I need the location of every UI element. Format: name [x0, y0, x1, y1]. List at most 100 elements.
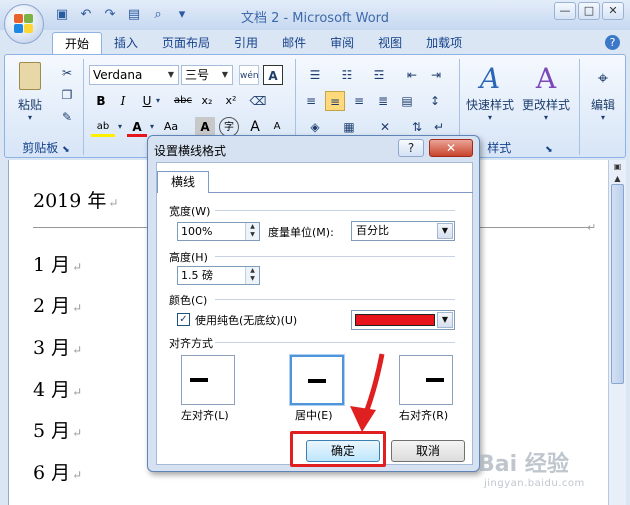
height-input[interactable]: 1.5 磅 ▲ ▼ [177, 266, 260, 285]
increase-indent-icon[interactable]: ⇥ [425, 65, 447, 85]
section-divider [215, 299, 455, 300]
ribbon-separator [83, 59, 84, 155]
show-marks-icon[interactable]: ↵ [429, 117, 449, 137]
tab-home[interactable]: 开始 [52, 32, 103, 54]
baidu-watermark: Bai 经验 jingyan.baidu.com [478, 452, 585, 489]
help-icon[interactable]: ? [605, 35, 620, 50]
doc-line-month[interactable]: 2 月 ↵ [33, 291, 82, 318]
quick-styles-button[interactable]: A 快速样式 ▾ [465, 61, 515, 131]
borders-icon[interactable]: ▦ [335, 117, 363, 137]
align-left-option[interactable] [181, 355, 235, 405]
highlight-dropdown-icon[interactable]: ▾ [115, 117, 125, 137]
chinese-layout-icon[interactable]: ✕ [371, 117, 399, 137]
tab-addins[interactable]: 加载项 [414, 32, 474, 54]
change-styles-button[interactable]: A 更改样式 ▾ [519, 61, 573, 131]
color-select[interactable]: ▼ [351, 310, 455, 330]
unit-select[interactable]: 百分比 ▼ [351, 221, 455, 241]
multilevel-list-icon[interactable]: ☲ [365, 65, 393, 85]
clear-format-icon[interactable]: ⌫ [247, 91, 269, 111]
tab-horizontal-line[interactable]: 横线 [157, 171, 209, 193]
italic-button[interactable]: I [113, 91, 133, 111]
char-shading-button[interactable]: A [195, 117, 215, 137]
office-button[interactable] [4, 4, 44, 44]
office-logo-icon [14, 14, 34, 34]
ribbon-tabs: 开始 插入 页面布局 引用 邮件 审阅 视图 加载项 [52, 32, 474, 54]
ribbon-separator [579, 59, 580, 155]
char-border-icon[interactable]: A [263, 65, 283, 85]
tab-insert[interactable]: 插入 [102, 32, 150, 54]
shading-icon[interactable]: ◈ [301, 117, 329, 137]
cancel-button[interactable]: 取消 [391, 440, 465, 462]
height-spinner[interactable]: ▲ ▼ [245, 267, 259, 284]
format-painter-icon[interactable]: ✎ [57, 107, 77, 127]
scrollbar-thumb[interactable] [611, 184, 624, 384]
numbering-icon[interactable]: ☷ [333, 65, 361, 85]
align-center-icon[interactable]: ≡ [325, 91, 345, 111]
superscript-button[interactable]: x² [221, 91, 241, 111]
tab-view[interactable]: 视图 [366, 32, 414, 54]
paste-button[interactable]: 粘贴 ▾ [13, 61, 47, 131]
dialog-close-button[interactable]: ✕ [429, 139, 473, 157]
sort-icon[interactable]: ⇅ [407, 117, 427, 137]
tab-mailings[interactable]: 邮件 [270, 32, 318, 54]
align-left-icon[interactable]: ≡ [301, 91, 321, 111]
shrink-font-button[interactable]: A [267, 117, 287, 137]
doc-line-month[interactable]: 3 月 ↵ [33, 333, 82, 360]
cut-icon[interactable]: ✂ [57, 63, 77, 83]
width-input[interactable]: 100% ▲ ▼ [177, 222, 260, 241]
underline-dropdown-icon[interactable]: ▾ [153, 91, 163, 111]
paragraph-mark: ↵ [587, 221, 597, 234]
title-bar: ▣ ↶ ↷ ▤ ⌕ ▾ 文档 2 - Microsoft Word — □ ✕ [0, 0, 630, 30]
subscript-button[interactable]: x₂ [197, 91, 217, 111]
edit-button[interactable]: ⌖ 编辑 ▾ [583, 61, 623, 131]
binoculars-icon: ⌖ [597, 68, 609, 89]
bullets-icon[interactable]: ☰ [301, 65, 329, 85]
tab-review[interactable]: 审阅 [318, 32, 366, 54]
unit-label: 度量单位(M): [268, 226, 334, 239]
doc-line-month[interactable]: 5 月 ↵ [33, 416, 82, 443]
section-divider [215, 210, 455, 211]
minimize-button[interactable]: — [554, 2, 576, 20]
color-section-label: 颜色(C) [169, 294, 208, 307]
solid-color-checkbox[interactable]: ✓ [177, 313, 190, 326]
ruler-toggle-icon[interactable]: ▣ [611, 162, 624, 174]
align-right-option[interactable] [399, 355, 453, 405]
dialog-title: 设置横线格式 [154, 144, 227, 158]
quick-styles-label: 快速样式 [466, 98, 515, 112]
close-button[interactable]: ✕ [602, 2, 624, 20]
bold-button[interactable]: B [91, 91, 111, 111]
doc-line-month[interactable]: 1 月 ↵ [33, 250, 82, 277]
solid-color-label: 使用纯色(无底纹)(U) [195, 314, 298, 327]
grow-font-button[interactable]: A [245, 117, 265, 137]
pointer-arrow-icon [350, 353, 385, 432]
color-swatch [355, 314, 435, 326]
doc-line-month[interactable]: 4 月 ↵ [33, 375, 82, 402]
tab-references[interactable]: 引用 [222, 32, 270, 54]
copy-icon[interactable]: ❐ [57, 85, 77, 105]
align-left-label: 左对齐(L) [181, 409, 229, 422]
change-styles-label: 更改样式 [521, 98, 570, 112]
doc-line-month[interactable]: 6 月 ↵ [33, 458, 82, 485]
width-spinner[interactable]: ▲ ▼ [245, 223, 259, 240]
font-color-dropdown-icon[interactable]: ▾ [147, 117, 157, 137]
change-case-button[interactable]: Aa [159, 117, 183, 137]
dialog-help-button[interactable]: ? [398, 139, 424, 157]
enclose-char-button[interactable]: 字 [219, 117, 239, 137]
font-color-button[interactable]: A [127, 117, 147, 137]
align-right-icon[interactable]: ≡ [349, 91, 369, 111]
highlight-button[interactable]: ab [91, 117, 115, 137]
decrease-indent-icon[interactable]: ⇤ [401, 65, 423, 85]
doc-line-year[interactable]: 2019 年 ↵ [33, 186, 118, 213]
alignment-section-label: 对齐方式 [169, 337, 213, 350]
distribute-icon[interactable]: ▤ [397, 91, 417, 111]
tab-page-layout[interactable]: 页面布局 [150, 32, 222, 54]
font-name-select[interactable]: Verdana ▼ [89, 65, 179, 85]
line-spacing-icon[interactable]: ↕ [421, 91, 449, 111]
strikethrough-button[interactable]: abc [171, 91, 195, 111]
clipboard-group-label: 剪贴板 ⬊ [22, 141, 70, 155]
maximize-button[interactable]: □ [578, 2, 600, 20]
justify-icon[interactable]: ≣ [373, 91, 393, 111]
width-section-label: 宽度(W) [169, 205, 211, 218]
phonetic-guide-icon[interactable]: wén [239, 65, 259, 85]
font-size-select[interactable]: 三号 ▼ [181, 65, 233, 85]
